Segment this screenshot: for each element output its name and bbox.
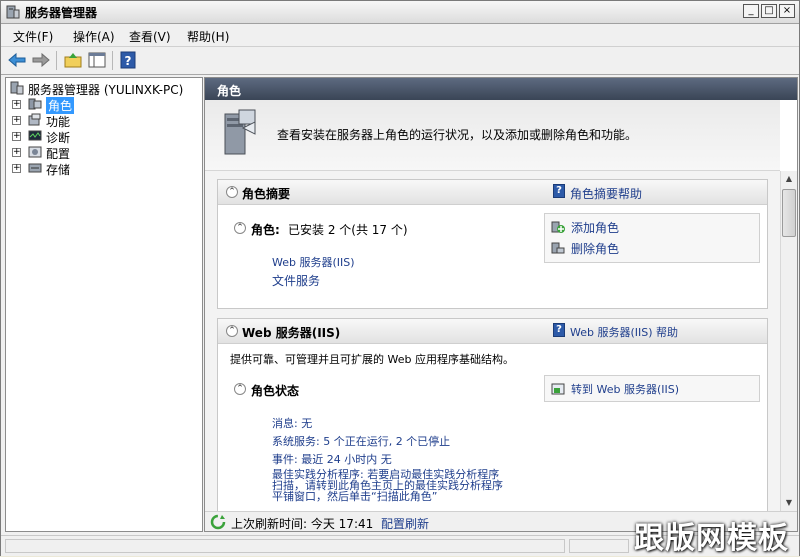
roles-intro-text: 查看安装在服务器上角色的运行状况，以及添加或删除角色和功能。 xyxy=(277,128,638,142)
scroll-down-icon[interactable]: ▼ xyxy=(782,495,796,511)
tree-root[interactable]: 服务器管理器 (YULINXK-PC) xyxy=(10,80,200,97)
scroll-up-icon[interactable]: ▲ xyxy=(782,171,796,187)
collapse-icon[interactable]: ⌃ xyxy=(234,383,246,395)
roles-count: 已安装 2 个(共 17 个) xyxy=(288,223,408,237)
vertical-scrollbar[interactable]: ▲ ▼ xyxy=(780,171,797,511)
help-icon: ? xyxy=(553,184,565,198)
details-header-title: 角色 xyxy=(217,84,242,98)
tree-item-label: 角色 xyxy=(46,97,75,114)
status-system-services[interactable]: 系统服务: 5 个正在运行, 2 个已停止 xyxy=(272,433,450,449)
collapse-icon[interactable]: ⌃ xyxy=(234,222,246,234)
bpa-line-3: 平铺窗口，然后单击“扫描此角色” xyxy=(272,490,438,503)
menu-file[interactable]: 文件(F) xyxy=(13,28,53,45)
diagnostics-icon xyxy=(28,130,42,141)
menu-action[interactable]: 操作(A) xyxy=(73,28,115,45)
toolbar: ? xyxy=(1,47,799,75)
tree-item-label: 诊断 xyxy=(46,131,71,145)
tree-item-storage[interactable]: + 存储 xyxy=(12,161,192,177)
close-button[interactable]: × xyxy=(779,4,795,18)
collapse-icon[interactable]: ⌃ xyxy=(226,186,238,198)
add-roles-link[interactable]: 添加角色 xyxy=(571,219,619,236)
refresh-icon xyxy=(210,514,226,530)
features-icon xyxy=(28,113,41,126)
remove-role-icon xyxy=(551,242,565,254)
add-role-icon xyxy=(551,221,565,233)
web-server-title: Web 服务器(IIS) xyxy=(242,326,341,340)
server-manager-window: 服务器管理器 _ □ × 文件(F) 操作(A) 查看(V) 帮助(H) ? 服… xyxy=(0,0,800,556)
tree-item-label: 功能 xyxy=(46,115,71,129)
tree-item-features[interactable]: + 功能 xyxy=(12,113,192,129)
window-title: 服务器管理器 xyxy=(25,6,98,20)
expand-icon[interactable]: + xyxy=(12,148,21,157)
expand-icon[interactable]: + xyxy=(12,132,21,141)
expand-icon[interactable]: + xyxy=(12,164,21,173)
roles-server-icon xyxy=(224,109,256,155)
status-events[interactable]: 事件: 最近 24 小时内 无 xyxy=(272,451,392,467)
storage-icon xyxy=(28,163,42,173)
web-server-section: ⌃ Web 服务器(IIS) ? Web 服务器(IIS) 帮助 提供可靠、可管… xyxy=(217,318,768,518)
tree-item-label: 配置 xyxy=(46,147,71,161)
collapse-icon[interactable]: ⌃ xyxy=(226,325,238,337)
maximize-button[interactable]: □ xyxy=(761,4,777,18)
roles-summary-header[interactable]: ⌃ 角色摘要 ? 角色摘要帮助 xyxy=(218,180,767,205)
web-server-description: 提供可靠、可管理并且可扩展的 Web 应用程序基础结构。 xyxy=(230,353,514,366)
title-bar: 服务器管理器 _ □ × xyxy=(1,1,799,24)
details-pane: 角色 查看安装在服务器上角色的运行状况，以及添加或删除角色和功能。 ⌃ 角色摘要… xyxy=(204,77,798,532)
status-messages[interactable]: 消息: 无 xyxy=(272,415,312,431)
menu-help[interactable]: 帮助(H) xyxy=(187,28,229,45)
help-icon: ? xyxy=(553,323,565,337)
forward-arrow-icon[interactable] xyxy=(31,51,51,69)
configure-refresh-link[interactable]: 配置刷新 xyxy=(381,515,429,531)
installed-role-web-server[interactable]: Web 服务器(IIS) xyxy=(272,254,355,270)
folder-up-icon[interactable] xyxy=(63,51,83,69)
web-server-actions-box: 转到 Web 服务器(IIS) xyxy=(544,375,760,402)
remove-roles-link[interactable]: 删除角色 xyxy=(571,240,619,257)
show-hide-tree-icon[interactable] xyxy=(87,51,107,69)
goto-icon xyxy=(551,383,565,395)
roles-summary-section: ⌃ 角色摘要 ? 角色摘要帮助 ⌃ 角色: 已安装 2 个(共 17 个) We… xyxy=(217,179,768,309)
role-status-title: 角色状态 xyxy=(251,384,300,398)
minimize-button[interactable]: _ xyxy=(743,4,759,18)
watermark-text: 跟版网模板 xyxy=(634,521,789,556)
back-arrow-icon[interactable] xyxy=(7,51,27,69)
roles-intro: 查看安装在服务器上角色的运行状况，以及添加或删除角色和功能。 xyxy=(205,100,780,171)
tree-item-diagnostics[interactable]: + 诊断 xyxy=(12,129,192,145)
roles-icon xyxy=(28,98,42,110)
svg-text:?: ? xyxy=(125,54,132,68)
last-refresh-time: 上次刷新时间: 今天 17:41 xyxy=(231,517,374,531)
scroll-thumb[interactable] xyxy=(782,189,796,237)
roles-summary-title: 角色摘要 xyxy=(242,187,291,201)
details-header: 角色 xyxy=(205,78,797,100)
tree-root-label: 服务器管理器 (YULINXK-PC) xyxy=(28,83,184,97)
installed-role-file-services[interactable]: 文件服务 xyxy=(272,272,320,289)
menu-view[interactable]: 查看(V) xyxy=(129,28,171,45)
status-cell-main xyxy=(5,539,565,553)
web-server-help-link[interactable]: Web 服务器(IIS) 帮助 xyxy=(570,324,678,340)
expand-icon[interactable]: + xyxy=(12,100,21,109)
configuration-icon xyxy=(28,146,42,158)
server-manager-icon xyxy=(10,81,24,95)
roles-actions-box: 添加角色 删除角色 xyxy=(544,213,760,263)
navigation-tree: 服务器管理器 (YULINXK-PC) + 角色 + 功能 + 诊断 + 配置 … xyxy=(5,77,203,532)
help-icon[interactable]: ? xyxy=(118,51,138,69)
tree-item-roles[interactable]: + 角色 xyxy=(12,97,192,114)
web-server-header[interactable]: ⌃ Web 服务器(IIS) ? Web 服务器(IIS) 帮助 xyxy=(218,319,767,344)
status-cell-2 xyxy=(569,539,629,553)
menu-bar: 文件(F) 操作(A) 查看(V) 帮助(H) xyxy=(1,24,799,47)
goto-web-server-link[interactable]: 转到 Web 服务器(IIS) xyxy=(571,381,679,397)
roles-summary-help-link[interactable]: 角色摘要帮助 xyxy=(570,185,642,202)
tree-item-label: 存储 xyxy=(46,163,71,177)
expand-icon[interactable]: + xyxy=(12,116,21,125)
scroll-content: ⌃ 角色摘要 ? 角色摘要帮助 ⌃ 角色: 已安装 2 个(共 17 个) We… xyxy=(205,171,780,518)
roles-label: 角色: xyxy=(251,223,280,237)
server-manager-app-icon xyxy=(6,5,20,19)
tree-item-configuration[interactable]: + 配置 xyxy=(12,145,192,161)
